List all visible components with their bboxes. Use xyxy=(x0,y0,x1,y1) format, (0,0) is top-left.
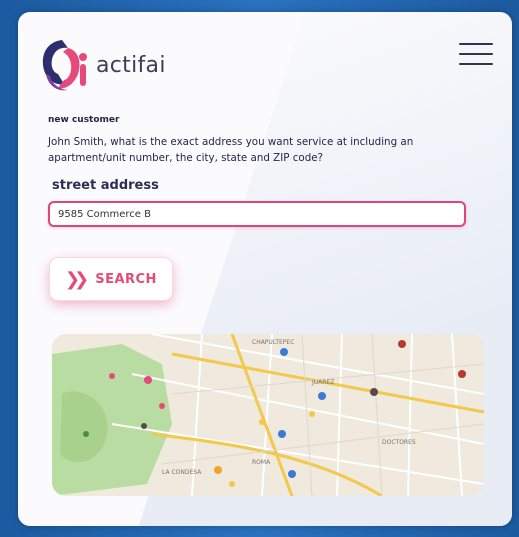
map-label: ROMA xyxy=(252,459,271,466)
menu-line xyxy=(459,53,493,55)
menu-icon[interactable] xyxy=(459,43,493,67)
map-label: CHAPULTEPEC xyxy=(252,339,294,346)
actifai-logo-icon xyxy=(42,40,87,91)
menu-line xyxy=(459,43,493,45)
address-prompt: John Smith, what is the exact address yo… xyxy=(48,136,414,164)
brand-name: actifai xyxy=(96,52,166,78)
menu-line xyxy=(459,63,493,65)
app-logo[interactable]: actifai xyxy=(38,34,166,96)
main-card: actifai new customer John Smith, what is… xyxy=(18,12,512,526)
search-button[interactable]: ❯❯ SEARCH xyxy=(50,258,172,300)
map-view[interactable]: CHAPULTEPEC DOCTORES LA CONDESA ROMA JUA… xyxy=(52,334,484,496)
search-button-label: SEARCH xyxy=(95,271,157,287)
map-label: DOCTORES xyxy=(382,439,416,446)
double-chevron-right-icon: ❯❯ xyxy=(65,268,89,290)
street-address-input[interactable] xyxy=(48,201,466,227)
street-address-label: street address xyxy=(52,178,159,193)
map-image: CHAPULTEPEC DOCTORES LA CONDESA ROMA JUA… xyxy=(52,334,484,496)
section-title: new customer xyxy=(48,115,120,125)
map-label: JUAREZ xyxy=(311,379,334,386)
map-label: LA CONDESA xyxy=(162,469,202,476)
